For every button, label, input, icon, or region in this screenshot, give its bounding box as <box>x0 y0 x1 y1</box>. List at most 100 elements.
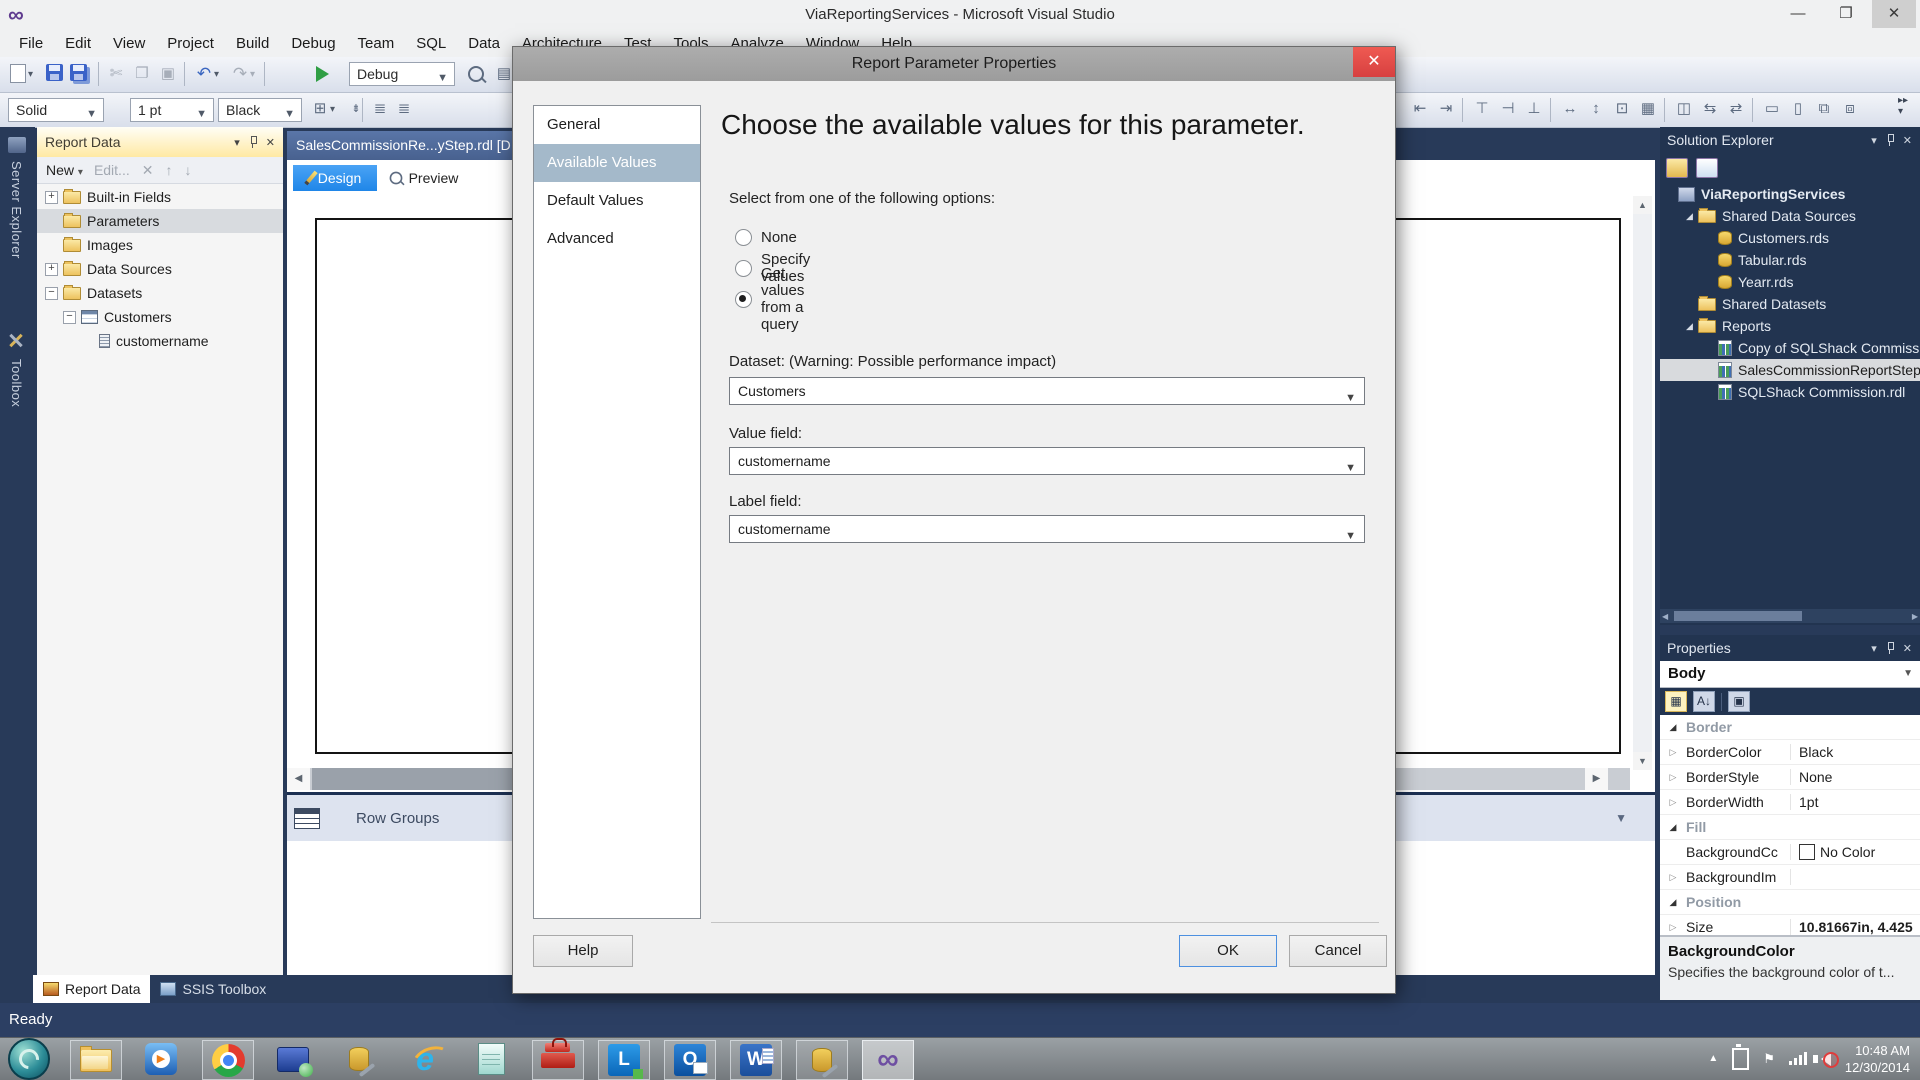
radio-button-icon[interactable] <box>735 228 752 246</box>
toolbar-overflow-left-icon[interactable]: ⇟ <box>344 97 368 121</box>
menu-sql[interactable]: SQL <box>405 31 457 56</box>
radio-none[interactable]: None <box>735 227 797 247</box>
collapse-icon[interactable]: − <box>45 286 58 300</box>
solution-item-reports[interactable]: ◢ Reports <box>1660 315 1920 337</box>
outlook-taskbar-button[interactable]: O <box>664 1040 716 1080</box>
menu-project[interactable]: Project <box>156 31 225 56</box>
server-explorer-tab[interactable]: Server Explorer <box>9 161 24 259</box>
pin-icon[interactable] <box>1886 134 1894 146</box>
lync-taskbar-button[interactable]: L <box>598 1040 650 1080</box>
report-data-bottom-tab[interactable]: Report Data <box>33 975 151 1003</box>
align-middles-icon[interactable]: ⊣ <box>1496 97 1520 121</box>
list-icon[interactable]: ≣ <box>392 97 416 121</box>
dataset-combo[interactable]: Customers ▼ <box>729 377 1365 405</box>
solution-explorer-scrollbar[interactable]: ◀ ▶ <box>1660 609 1920 623</box>
property-value[interactable]: 1pt <box>1791 794 1920 810</box>
size-to-grid-icon[interactable]: ▦ <box>1636 97 1660 121</box>
undo-dropdown-icon[interactable]: ▾ <box>214 69 219 80</box>
move-down-icon[interactable]: ↓ <box>178 162 197 178</box>
property-row-fill[interactable]: ◢ Fill <box>1660 815 1920 840</box>
debug-configuration-combo[interactable]: Debug ▼ <box>349 62 455 86</box>
explorer-taskbar-button[interactable] <box>70 1040 122 1080</box>
solution-item-tabular-rds[interactable]: Tabular.rds <box>1660 249 1920 271</box>
borders-icon[interactable]: ⊞ <box>308 97 332 121</box>
chrome-taskbar-button[interactable] <box>202 1040 254 1080</box>
value-field-combo[interactable]: customername ▼ <box>729 447 1365 475</box>
delete-icon[interactable]: ✕ <box>136 162 160 179</box>
new-item-dropdown-icon[interactable]: ▾ <box>28 69 33 80</box>
cancel-button[interactable]: Cancel <box>1289 935 1387 967</box>
menu-edit[interactable]: Edit <box>54 31 102 56</box>
property-row-bordercolor[interactable]: ▷ BorderColor Black <box>1660 740 1920 765</box>
property-row-border[interactable]: ◢ Border <box>1660 715 1920 740</box>
redo-dropdown-icon[interactable]: ▾ <box>250 69 255 80</box>
report-data-item-parameters[interactable]: Parameters <box>37 209 283 233</box>
expand-property-icon[interactable]: ▷ <box>1660 747 1686 758</box>
report-data-item-datasets[interactable]: − Datasets <box>37 281 283 305</box>
scrollbar-thumb[interactable] <box>1674 611 1802 621</box>
power-icon[interactable] <box>1732 1043 1750 1070</box>
menu-build[interactable]: Build <box>225 31 280 56</box>
expanded-arrow-icon[interactable]: ◢ <box>1686 211 1698 222</box>
restore-button[interactable]: ❐ <box>1824 0 1868 28</box>
sql-config-taskbar-button[interactable] <box>334 1040 384 1078</box>
close-panel-icon[interactable]: ✕ <box>1903 642 1912 655</box>
align-rights-icon[interactable]: ⇥ <box>1434 97 1458 121</box>
internet-explorer-taskbar-button[interactable]: e <box>400 1040 450 1078</box>
radio-get-values-from-a-query[interactable]: Get values from a query <box>735 265 804 333</box>
notepad-taskbar-button[interactable] <box>466 1040 516 1078</box>
property-value[interactable]: No Color <box>1791 844 1920 860</box>
send-to-back-icon[interactable]: ⧈ <box>1838 97 1862 121</box>
align-bottoms-icon[interactable]: ⊥ <box>1522 97 1546 121</box>
border-style-combo[interactable]: Solid ▼ <box>8 98 104 122</box>
report-data-item-images[interactable]: Images <box>37 233 283 257</box>
new-menu-button[interactable]: New ▾ <box>41 162 88 178</box>
solution-item-copy-of-sqlshack-commiss[interactable]: Copy of SQLShack Commiss <box>1660 337 1920 359</box>
ssis-toolbox-bottom-tab[interactable]: SSIS Toolbox <box>150 975 276 1003</box>
menu-file[interactable]: File <box>8 31 54 56</box>
solution-item-shared-data-sources[interactable]: ◢ Shared Data Sources <box>1660 205 1920 227</box>
collapse-all-icon[interactable] <box>1666 158 1688 178</box>
make-same-height-icon[interactable]: ↕ <box>1584 97 1608 121</box>
undo-icon[interactable]: ↶ <box>192 62 216 86</box>
decrease-spacing-icon[interactable]: ⇄ <box>1724 97 1748 121</box>
cut-icon[interactable]: ✄ <box>104 62 128 86</box>
property-pages-icon[interactable]: ▣ <box>1728 691 1750 712</box>
close-panel-icon[interactable]: ✕ <box>266 136 275 149</box>
close-button[interactable]: ✕ <box>1872 0 1916 28</box>
find-icon[interactable] <box>468 66 484 82</box>
remote-desktop-taskbar-button[interactable] <box>268 1040 318 1078</box>
property-row-borderstyle[interactable]: ▷ BorderStyle None <box>1660 765 1920 790</box>
minimize-button[interactable]: — <box>1776 0 1820 28</box>
scroll-right-icon[interactable]: ▶ <box>1912 612 1918 621</box>
pin-icon[interactable] <box>249 136 257 148</box>
align-lefts-icon[interactable]: ⇤ <box>1408 97 1432 121</box>
word-taskbar-button[interactable]: W <box>730 1040 782 1080</box>
paste-icon[interactable]: ▣ <box>156 62 180 86</box>
visual-studio-taskbar-button[interactable]: ∞ <box>862 1040 914 1080</box>
bring-to-front-icon[interactable]: ⧉ <box>1812 97 1836 121</box>
solution-item-sqlshack-commission-rdl[interactable]: SQLShack Commission.rdl <box>1660 381 1920 403</box>
dialog-close-button[interactable]: ✕ <box>1353 47 1395 77</box>
report-data-item-customername[interactable]: customername <box>37 329 283 353</box>
make-same-size-icon[interactable]: ⊡ <box>1610 97 1634 121</box>
row-groups-chevron-icon[interactable]: ▼ <box>1615 811 1627 825</box>
network-icon[interactable] <box>1788 1052 1807 1065</box>
collapse-icon[interactable]: − <box>63 310 76 324</box>
move-up-icon[interactable]: ↑ <box>159 162 178 178</box>
center-horizontal-icon[interactable]: ▭ <box>1760 97 1784 121</box>
menu-team[interactable]: Team <box>347 31 406 56</box>
scroll-left-icon[interactable]: ◀ <box>287 768 310 790</box>
radio-button-icon[interactable] <box>735 290 752 308</box>
help-button[interactable]: Help <box>533 935 633 967</box>
dialog-nav-general[interactable]: General <box>534 106 700 144</box>
align-tops-icon[interactable]: ⊤ <box>1470 97 1494 121</box>
alphabetical-sort-icon[interactable]: A↓ <box>1693 691 1715 712</box>
start-taskbar-button[interactable] <box>4 1038 54 1080</box>
new-item-icon[interactable] <box>10 64 26 83</box>
sql-data-tools-taskbar-button[interactable] <box>796 1040 848 1080</box>
category-collapse-icon[interactable]: ◢ <box>1660 722 1686 733</box>
increase-spacing-icon[interactable]: ⇆ <box>1698 97 1722 121</box>
save-all-icon[interactable] <box>70 64 87 81</box>
expanded-arrow-icon[interactable]: ◢ <box>1686 321 1698 332</box>
